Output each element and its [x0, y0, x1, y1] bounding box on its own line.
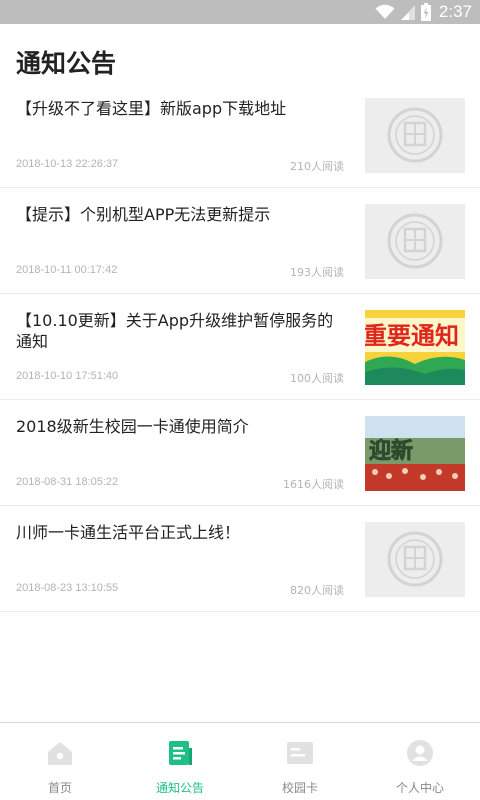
- news-title: 【10.10更新】关于App升级维护暂停服务的通知: [16, 311, 334, 351]
- news-date: 2018-10-13 22:26:37: [16, 158, 119, 170]
- thumb-banner-text: 迎新: [369, 438, 413, 464]
- news-read-count: 1616人阅读: [283, 478, 344, 491]
- news-read-count: 193人阅读: [290, 266, 344, 279]
- card-icon: [287, 742, 313, 764]
- news-item[interactable]: 【10.10更新】关于App升级维护暂停服务的通知 2018-10-10 17:…: [0, 294, 480, 400]
- notice-icon: [169, 741, 192, 765]
- tab-label: 个人中心: [395, 781, 444, 795]
- news-item[interactable]: 【升级不了看这里】新版app下载地址 2018-10-13 22:26:37 2…: [0, 82, 480, 188]
- news-title: 【升级不了看这里】新版app下载地址: [16, 99, 287, 118]
- news-read-count: 820人阅读: [290, 584, 344, 597]
- tab-home[interactable]: 首页: [0, 723, 120, 800]
- news-thumbnail-welcome-freshmen: 迎新: [365, 416, 465, 491]
- news-date: 2018-08-23 13:10:55: [16, 582, 119, 594]
- tab-campus-card[interactable]: 校园卡: [240, 723, 360, 800]
- news-date: 2018-08-31 18:05:22: [16, 476, 119, 488]
- battery-charging-icon: [420, 3, 431, 21]
- tab-label: 首页: [47, 781, 72, 795]
- news-thumbnail-school-seal: [365, 522, 465, 597]
- tab-profile[interactable]: 个人中心: [360, 723, 480, 800]
- page-title: 通知公告: [16, 49, 117, 78]
- bottom-tab-bar: 首页 通知公告 校园卡 个人中心: [0, 722, 480, 800]
- home-icon: [48, 742, 72, 765]
- news-thumbnail-important-notice: 重要通知: [365, 310, 465, 385]
- news-item[interactable]: 川师一卡通生活平台正式上线！ 2018-08-23 13:10:55 820人阅…: [0, 506, 480, 612]
- news-item[interactable]: 2018级新生校园一卡通使用简介 2018-08-31 18:05:22 161…: [0, 400, 480, 506]
- profile-icon: [407, 740, 433, 766]
- signal-icon: [400, 5, 415, 20]
- tab-label: 通知公告: [155, 781, 204, 795]
- news-title: 2018级新生校园一卡通使用简介: [16, 417, 249, 436]
- news-read-count: 210人阅读: [290, 160, 344, 173]
- news-thumbnail-school-seal: [365, 98, 465, 173]
- wifi-icon: [375, 4, 395, 19]
- thumb-banner-text: 重要通知: [365, 322, 459, 350]
- news-item[interactable]: 【提示】个别机型APP无法更新提示 2018-10-11 00:17:42 19…: [0, 188, 480, 294]
- status-time: 2:37: [438, 2, 472, 21]
- status-bar: 2:37: [0, 0, 480, 24]
- tab-label: 校园卡: [281, 781, 318, 795]
- news-date: 2018-10-11 00:17:42: [16, 264, 118, 276]
- news-thumbnail-school-seal: [365, 204, 465, 279]
- news-list: 【升级不了看这里】新版app下载地址 2018-10-13 22:26:37 2…: [0, 82, 480, 612]
- news-title: 川师一卡通生活平台正式上线！: [16, 523, 241, 542]
- tab-notices[interactable]: 通知公告: [120, 723, 240, 800]
- news-read-count: 100人阅读: [290, 372, 344, 385]
- news-date: 2018-10-10 17:51:40: [16, 370, 119, 382]
- news-title: 【提示】个别机型APP无法更新提示: [16, 205, 271, 224]
